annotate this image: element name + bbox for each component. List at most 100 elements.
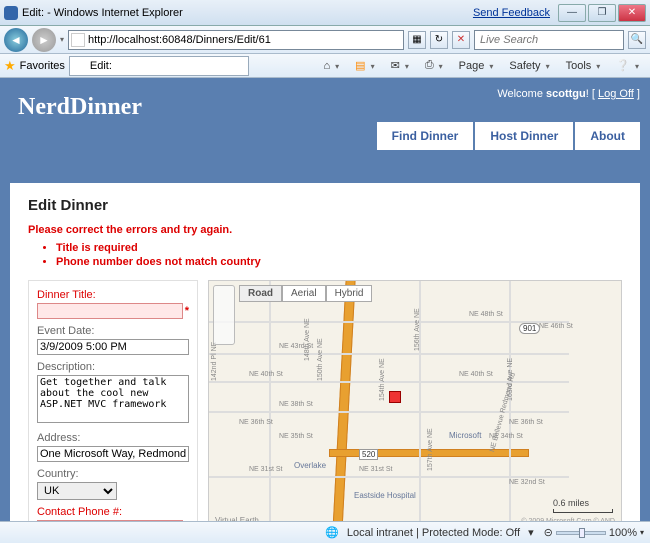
phone-input[interactable]	[37, 520, 183, 521]
security-zone: Local intranet | Protected Mode: Off	[347, 527, 520, 539]
page-icon	[71, 33, 85, 47]
map-poi: Microsoft	[449, 431, 481, 440]
tab-page-icon	[74, 60, 86, 72]
back-button[interactable]: ◄	[4, 28, 28, 52]
street-label: NE 40th St	[459, 371, 493, 378]
favorites-label[interactable]: Favorites	[20, 60, 65, 72]
username: scottgu	[546, 88, 586, 100]
street-label: NE 36th St	[239, 419, 273, 426]
tab-host-dinner[interactable]: Host Dinner	[475, 122, 573, 150]
street-label: NE 31st St	[359, 466, 392, 473]
rss-icon: ▤	[355, 59, 365, 72]
street-label: 150th Ave NE	[317, 338, 324, 381]
feeds-button[interactable]: ▤	[348, 56, 381, 76]
street	[209, 476, 569, 478]
chevron-down-icon[interactable]: ▾	[60, 35, 64, 44]
map-mode-road[interactable]: Road	[239, 285, 282, 302]
title-input[interactable]	[37, 303, 183, 319]
street	[269, 281, 271, 521]
site-brand[interactable]: NerdDinner	[18, 94, 142, 121]
page-menu[interactable]: Page	[452, 56, 501, 76]
map[interactable]: Road Aerial Hybrid	[208, 280, 622, 521]
search-box[interactable]	[474, 30, 624, 50]
map-copyright: © 2009 Microsoft Corp © AND	[521, 518, 615, 521]
window-title: Edit: - Windows Internet Explorer	[22, 7, 473, 19]
street-label: 157th Ave NE	[427, 428, 434, 471]
street-label: NE 48th St	[469, 311, 503, 318]
map-poi: Eastside Hospital	[354, 491, 416, 500]
address-bar[interactable]	[68, 30, 404, 50]
page-heading: Edit Dinner	[28, 197, 622, 214]
map-poi: Overlake	[294, 461, 326, 470]
search-go-button[interactable]: 🔍	[628, 31, 646, 49]
map-pan-control[interactable]	[213, 285, 235, 345]
tab-about[interactable]: About	[575, 122, 640, 150]
date-label: Event Date:	[37, 325, 189, 337]
highway-shield: 901	[519, 323, 540, 334]
favorites-bar: ★ Favorites Edit: ⌂ ▤ ✉ ⎙ Page Safety To…	[0, 54, 650, 78]
print-icon: ⎙	[425, 59, 434, 72]
content-panel: Edit Dinner Please correct the errors an…	[10, 183, 640, 521]
compat-view-button[interactable]: ▦	[408, 31, 426, 49]
logoff-link[interactable]: Log Off	[598, 88, 634, 100]
globe-icon: 🌐	[325, 526, 339, 539]
browser-tab[interactable]: Edit:	[69, 56, 249, 76]
close-button[interactable]: ✕	[618, 4, 646, 22]
refresh-button[interactable]: ↻	[430, 31, 448, 49]
address-label: Address:	[37, 432, 189, 444]
error-asterisk: *	[185, 305, 189, 317]
map-scale: 0.6 miles	[553, 498, 613, 513]
help-button[interactable]: ❔	[609, 56, 646, 76]
description-label: Description:	[37, 361, 189, 373]
forward-button[interactable]: ►	[32, 28, 56, 52]
search-input[interactable]	[480, 34, 623, 46]
street-label: NE 32nd St	[509, 479, 545, 486]
map-mode-hybrid[interactable]: Hybrid	[326, 285, 373, 302]
zoom-level[interactable]: 100%	[609, 527, 637, 539]
map-pushpin-icon[interactable]	[389, 391, 401, 403]
street-label: 156th Ave NE	[414, 308, 421, 351]
safety-menu[interactable]: Safety	[502, 56, 556, 76]
tab-title: Edit:	[90, 60, 112, 72]
street-label: NE 31st St	[249, 466, 282, 473]
country-select[interactable]: UK	[37, 482, 117, 500]
nav-toolbar: ◄ ► ▾ ▦ ↻ ✕ 🔍	[0, 26, 650, 54]
country-label: Country:	[37, 468, 189, 480]
print-button[interactable]: ⎙	[418, 56, 450, 76]
street	[209, 411, 569, 413]
tools-menu[interactable]: Tools	[559, 56, 608, 76]
zoom-slider[interactable]	[556, 531, 606, 535]
home-button[interactable]: ⌂	[317, 56, 347, 76]
description-input[interactable]: Get together and talk about the cool new…	[37, 375, 189, 423]
zoom-out-icon[interactable]: ⊝	[544, 526, 553, 539]
address-input[interactable]	[37, 446, 189, 462]
title-label: Dinner Title:	[37, 289, 189, 301]
favorites-star-icon[interactable]: ★	[4, 58, 16, 74]
mail-icon: ✉	[391, 59, 400, 72]
mail-button[interactable]: ✉	[384, 56, 416, 76]
validation-error: Title is required	[56, 242, 622, 254]
minimize-button[interactable]: —	[558, 4, 586, 22]
date-input[interactable]	[37, 339, 189, 355]
street-label: NE 40th St	[249, 371, 283, 378]
street-label: 148th Ave NE	[304, 318, 311, 361]
highway-shield: 520	[359, 449, 378, 460]
street-label: NE 38th St	[279, 401, 313, 408]
street-label: 154th Ave NE	[379, 358, 386, 401]
help-icon: ❔	[616, 59, 630, 72]
map-mode-aerial[interactable]: Aerial	[282, 285, 326, 302]
url-input[interactable]	[88, 34, 401, 46]
welcome-text: Welcome scottgu! [ Log Off ]	[497, 88, 640, 100]
window-titlebar: Edit: - Windows Internet Explorer Send F…	[0, 0, 650, 26]
home-icon: ⌂	[324, 60, 331, 72]
stop-button[interactable]: ✕	[452, 31, 470, 49]
protected-mode-icon[interactable]: ▾	[528, 526, 534, 539]
highway	[332, 280, 356, 521]
tab-find-dinner[interactable]: Find Dinner	[377, 122, 474, 150]
validation-error: Phone number does not match country	[56, 256, 622, 268]
chevron-down-icon[interactable]: ▾	[640, 528, 644, 537]
maximize-button[interactable]: ❐	[588, 4, 616, 22]
send-feedback-link[interactable]: Send Feedback	[473, 7, 550, 19]
page-body: NerdDinner Welcome scottgu! [ Log Off ] …	[0, 78, 650, 521]
street	[209, 381, 569, 383]
